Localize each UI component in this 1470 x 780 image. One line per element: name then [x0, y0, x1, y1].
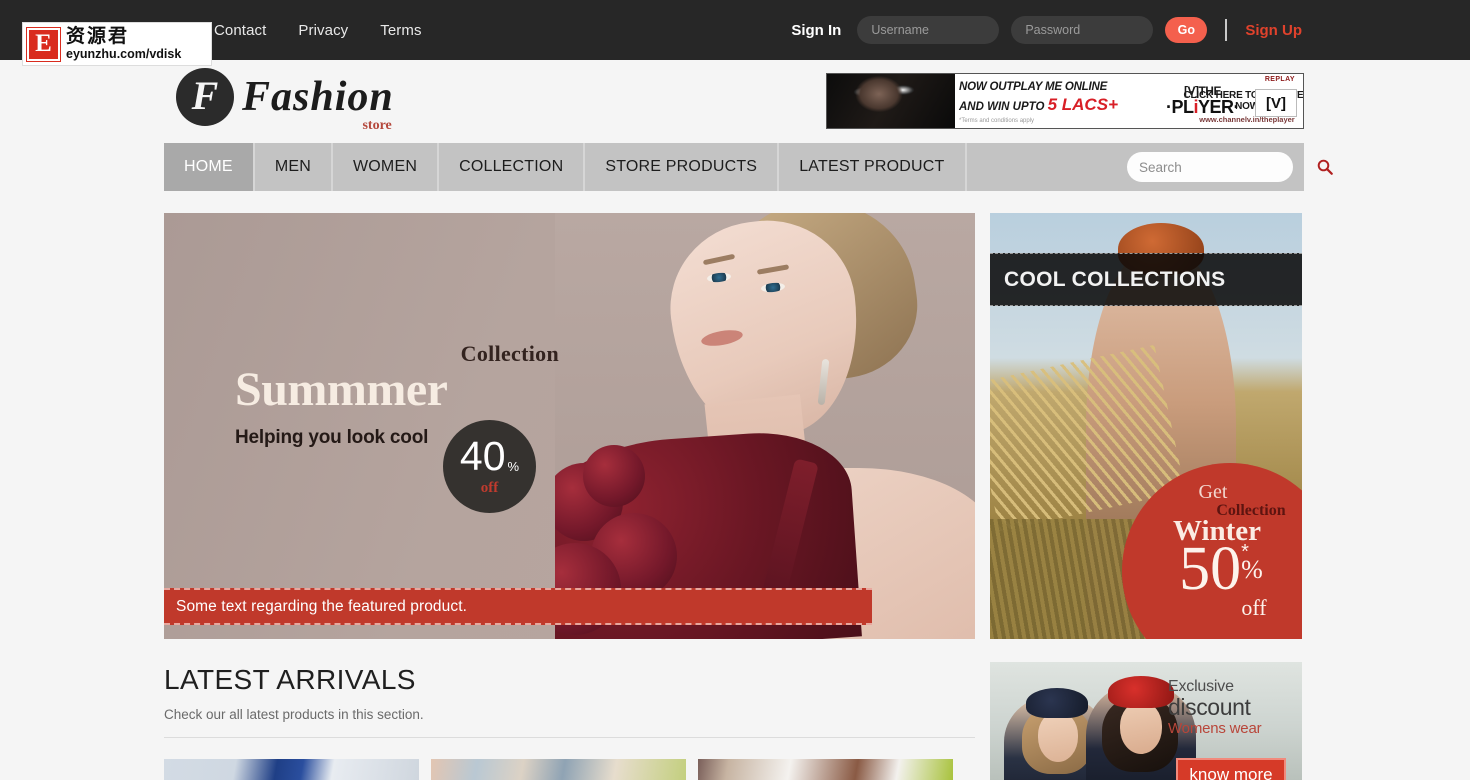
promo-model-2-face — [1120, 702, 1162, 754]
ad-disclaimer: *Terms and conditions apply — [959, 118, 1035, 124]
nav-item-store-products[interactable]: STORE PRODUCTS — [585, 143, 780, 191]
cool-collections-panel[interactable]: COOL COLLECTIONS Get Collection Winter 5… — [990, 213, 1302, 639]
ad-brand: [V]THE ·PLiYER· — [1165, 84, 1240, 117]
promo-line-category: Womens wear — [1168, 720, 1262, 737]
top-link-privacy[interactable]: Privacy — [298, 22, 348, 39]
username-input[interactable] — [857, 16, 1000, 44]
advertisement-banner[interactable]: NOW OUTPLAY ME ONLINE AND WIN UPTO 5 LAC… — [826, 73, 1304, 129]
nav-item-men[interactable]: MEN — [255, 143, 333, 191]
latest-arrivals-grid — [164, 759, 975, 780]
top-utility-bar: Articles Contact Privacy Terms Sign In G… — [0, 0, 1470, 60]
search-input[interactable] — [1139, 159, 1316, 175]
hero-dress-rose-4 — [583, 445, 645, 507]
hero-discount-off: off — [480, 480, 499, 496]
watermark-overlay: E 资源君 eyunzhu.com/vdisk — [22, 22, 212, 66]
main-navigation: HOME MEN WOMEN COLLECTION STORE PRODUCTS… — [164, 143, 1333, 191]
top-link-contact[interactable]: Contact — [214, 22, 266, 39]
hero-caption-bar: Some text regarding the featured product… — [164, 588, 872, 625]
winter-badge-number: 50 — [1179, 535, 1242, 603]
signin-label: Sign In — [791, 21, 842, 39]
latest-arrivals-subtitle: Check our all latest products in this se… — [164, 707, 424, 722]
nav-item-latest-product[interactable]: LATEST PRODUCT — [779, 143, 967, 191]
hero-model-image — [555, 213, 975, 639]
logo-circle-icon: F — [176, 68, 234, 126]
product-thumb-2[interactable] — [431, 759, 686, 780]
signin-divider — [1225, 19, 1228, 41]
watermark-url: eyunzhu.com/vdisk — [66, 46, 182, 61]
ad-brand-line2: ·PLiYER· — [1165, 97, 1240, 117]
ad-headline-line2-prefix: AND WIN UPTO — [959, 101, 1048, 113]
product-thumb-1[interactable] — [164, 759, 419, 780]
hero-discount-row: 40 % — [460, 436, 519, 477]
hero-season-title: Summmer — [235, 363, 448, 416]
product-thumb-3[interactable] — [698, 759, 953, 780]
brand-subtitle: store — [362, 118, 392, 133]
ad-brand-a: ·PL — [1165, 97, 1194, 117]
nav-item-home[interactable]: HOME — [164, 143, 255, 191]
search-icon[interactable] — [1316, 158, 1334, 176]
hero-discount-number: 40 — [459, 433, 506, 479]
ad-brand-line1: [V]THE — [1183, 84, 1222, 98]
brand-logo[interactable]: F Fashion store — [176, 68, 394, 133]
nav-item-women[interactable]: WOMEN — [333, 143, 440, 191]
ad-channel-logo: [V] — [1255, 89, 1297, 117]
latest-arrivals-title: LATEST ARRIVALS — [164, 664, 416, 695]
watermark-e-icon: E — [26, 26, 61, 62]
signup-link[interactable]: Sign Up — [1245, 22, 1302, 39]
brand-name: Fashion — [242, 74, 394, 120]
exclusive-discount-promo[interactable]: Exclusive discount Womens wear know more — [990, 662, 1302, 780]
promo-model-1-face — [1038, 712, 1078, 762]
page-root: Articles Contact Privacy Terms Sign In G… — [0, 0, 1470, 780]
promo-line-discount: discount — [1168, 694, 1251, 720]
winter-badge-number-row: 50 * % — [1179, 535, 1263, 603]
search-box — [1127, 152, 1333, 182]
signin-go-button[interactable]: Go — [1165, 17, 1208, 43]
signin-area: Sign In Go Sign Up — [791, 16, 1302, 44]
promo-know-more-button[interactable]: know more — [1176, 758, 1286, 780]
ad-brand-b: YER· — [1197, 97, 1240, 117]
ad-face-image — [827, 74, 955, 128]
winter-badge-off: off — [1241, 594, 1267, 620]
ad-prize-amount: 5 LACS — [1047, 95, 1109, 114]
site-header: F Fashion store NOW OUTPLAY ME ONLINE AN… — [0, 60, 1470, 143]
ad-headline-line1: NOW OUTPLAY ME ONLINE — [959, 81, 1108, 93]
ad-replay-label: REPLAY — [1264, 76, 1295, 83]
winter-badge-superscripts: * % — [1241, 542, 1263, 584]
ad-prize-sup: + — [1108, 95, 1118, 114]
top-link-terms[interactable]: Terms — [380, 22, 421, 39]
hero-discount-badge: 40 % off — [443, 420, 536, 513]
hero-discount-percent: % — [507, 459, 520, 474]
logo-letter: F — [191, 73, 219, 118]
hero-banner[interactable]: Collection Summmer Helping you look cool… — [164, 213, 975, 639]
nav-item-collection[interactable]: COLLECTION — [439, 143, 586, 191]
promo-model-1-beret — [1026, 688, 1088, 718]
promo-text: Exclusive discount Womens wear — [1168, 678, 1298, 737]
watermark-chinese: 资源君 — [66, 24, 130, 47]
password-input[interactable] — [1011, 16, 1154, 44]
ad-headline: NOW OUTPLAY ME ONLINE AND WIN UPTO 5 LAC… — [959, 81, 1169, 124]
brand-wordmark: Fashion store — [242, 74, 394, 133]
winter-badge-percent: % — [1241, 555, 1263, 584]
winter-badge-get: Get — [1198, 481, 1228, 503]
promo-model-2-beret — [1108, 676, 1174, 708]
cool-collections-heading: COOL COLLECTIONS — [990, 253, 1302, 306]
latest-arrivals-divider — [164, 737, 975, 738]
ad-headline-line2: AND WIN UPTO 5 LACS+ — [959, 95, 1169, 115]
watermark-text: 资源君 eyunzhu.com/vdisk — [66, 24, 182, 61]
